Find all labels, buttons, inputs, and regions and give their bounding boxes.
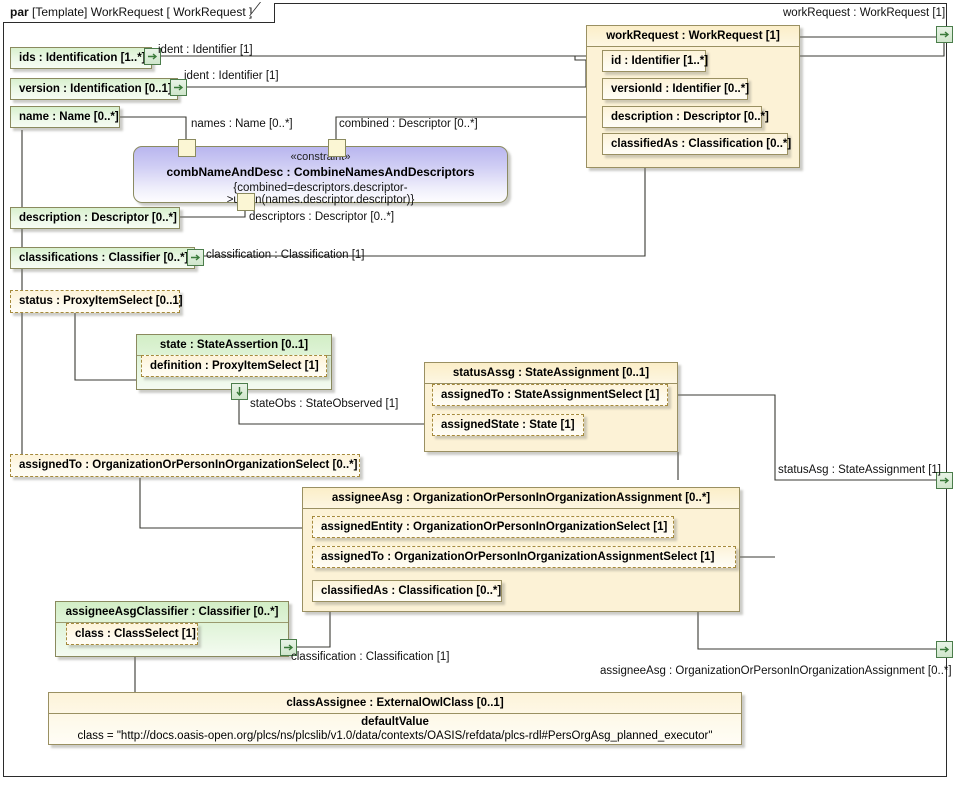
label-border-workrequest: workRequest : WorkRequest [1] xyxy=(783,7,946,19)
block-classassignee-defaultvalue-label: defaultValue xyxy=(361,716,429,728)
block-classassignee-title: classAssignee : ExternalOwlClass [0..1] xyxy=(49,693,741,714)
label-ident-ids: ident : Identifier [1] xyxy=(158,44,253,56)
frame-title-text: [Template] WorkRequest [ WorkRequest ] xyxy=(32,5,253,19)
label-border-statusasg: statusAsg : StateAssignment [1] xyxy=(778,464,941,476)
block-assignedto[interactable]: assignedTo : OrganizationOrPersonInOrgan… xyxy=(10,454,360,477)
block-classifications-title: classifications : Classifier [0..*] xyxy=(19,252,189,264)
block-state-definition[interactable]: definition : ProxyItemSelect [1] xyxy=(141,355,327,377)
block-statusassg[interactable]: statusAssg : StateAssignment [0..1] xyxy=(424,362,678,452)
block-name[interactable]: name : Name [0..*] xyxy=(10,106,120,128)
label-names: names : Name [0..*] xyxy=(191,118,293,130)
block-assigneeasg-title: assigneeAsg : OrganizationOrPersonInOrga… xyxy=(303,488,739,509)
block-assigneeasg-part-assignedto[interactable]: assignedTo : OrganizationOrPersonInOrgan… xyxy=(312,546,736,568)
block-version-title: version : Identification [0..1] xyxy=(19,83,172,95)
port-state-stateobs[interactable] xyxy=(231,383,248,400)
port-constraint-descriptors[interactable] xyxy=(237,193,255,211)
label-descriptors: descriptors : Descriptor [0..*] xyxy=(249,211,395,223)
constraint-name: combNameAndDesc : CombineNamesAndDescrip… xyxy=(166,165,475,179)
block-name-title: name : Name [0..*] xyxy=(19,111,119,123)
block-workrequest-part-classifiedas[interactable]: classifiedAs : Classification [0..*] xyxy=(602,133,791,155)
block-workrequest-part-description[interactable]: description : Descriptor [0..*] xyxy=(602,106,769,128)
block-assignedto-title: assignedTo : OrganizationOrPersonInOrgan… xyxy=(19,459,358,471)
diagram-frame-title: par [Template] WorkRequest [ WorkRequest… xyxy=(3,3,276,23)
port-constraint-names[interactable] xyxy=(178,139,196,157)
frame-keyword: par xyxy=(10,5,29,19)
border-port-workrequest[interactable] xyxy=(936,26,953,43)
block-workrequest-title: workRequest : WorkRequest [1] xyxy=(587,26,799,47)
block-assigneeasgclassifier-title: assigneeAsgClassifier : Classifier [0..*… xyxy=(56,602,288,623)
label-classification-bottom: classification : Classification [1] xyxy=(291,651,450,663)
label-stateobs: stateObs : StateObserved [1] xyxy=(250,398,399,410)
block-description-title: description : Descriptor [0..*] xyxy=(19,212,177,224)
label-ident-version: ident : Identifier [1] xyxy=(184,70,279,82)
block-workrequest-part-versionid[interactable]: versionId : Identifier [0..*] xyxy=(602,78,749,100)
block-assigneeasg-part-classifiedas[interactable]: classifiedAs : Classification [0..*] xyxy=(312,580,502,602)
block-statusassg-part-assignedstate[interactable]: assignedState : State [1] xyxy=(432,414,584,436)
label-border-assigneeasg: assigneeAsg : OrganizationOrPersonInOrga… xyxy=(600,665,952,677)
block-assigneeasgclassifier-part-class[interactable]: class : ClassSelect [1] xyxy=(66,623,198,645)
block-classassignee[interactable]: classAssignee : ExternalOwlClass [0..1] … xyxy=(48,692,742,745)
block-ids-title: ids : Identification [1..*] xyxy=(19,52,146,64)
label-combined: combined : Descriptor [0..*] xyxy=(339,118,478,130)
block-ids[interactable]: ids : Identification [1..*] xyxy=(10,47,152,69)
block-state-title: state : StateAssertion [0..1] xyxy=(137,335,331,356)
block-workrequest-part-id[interactable]: id : Identifier [1..*] xyxy=(602,50,708,72)
block-classifications[interactable]: classifications : Classifier [0..*] xyxy=(10,247,195,269)
diagram-canvas: par [Template] WorkRequest [ WorkRequest… xyxy=(0,0,967,788)
label-classification-top: classification : Classification [1] xyxy=(206,249,365,261)
border-port-assigneeasg[interactable] xyxy=(936,641,953,658)
block-statusassg-part-assignedto[interactable]: assignedTo : StateAssignmentSelect [1] xyxy=(432,384,668,406)
block-statusassg-title: statusAssg : StateAssignment [0..1] xyxy=(425,363,677,384)
block-status[interactable]: status : ProxyItemSelect [0..1] xyxy=(10,290,183,313)
port-classifications-classification[interactable] xyxy=(187,249,204,266)
block-classassignee-defaultvalue: class = "http://docs.oasis-open.org/plcs… xyxy=(77,730,713,742)
block-version[interactable]: version : Identification [0..1] xyxy=(10,78,178,100)
block-assigneeasg-part-assignedentity[interactable]: assignedEntity : OrganizationOrPersonInO… xyxy=(312,516,674,538)
block-status-title: status : ProxyItemSelect [0..1] xyxy=(19,295,183,307)
constraint-expression: {combined=descriptors.descriptor->union(… xyxy=(226,182,415,206)
port-constraint-combined[interactable] xyxy=(328,139,346,157)
